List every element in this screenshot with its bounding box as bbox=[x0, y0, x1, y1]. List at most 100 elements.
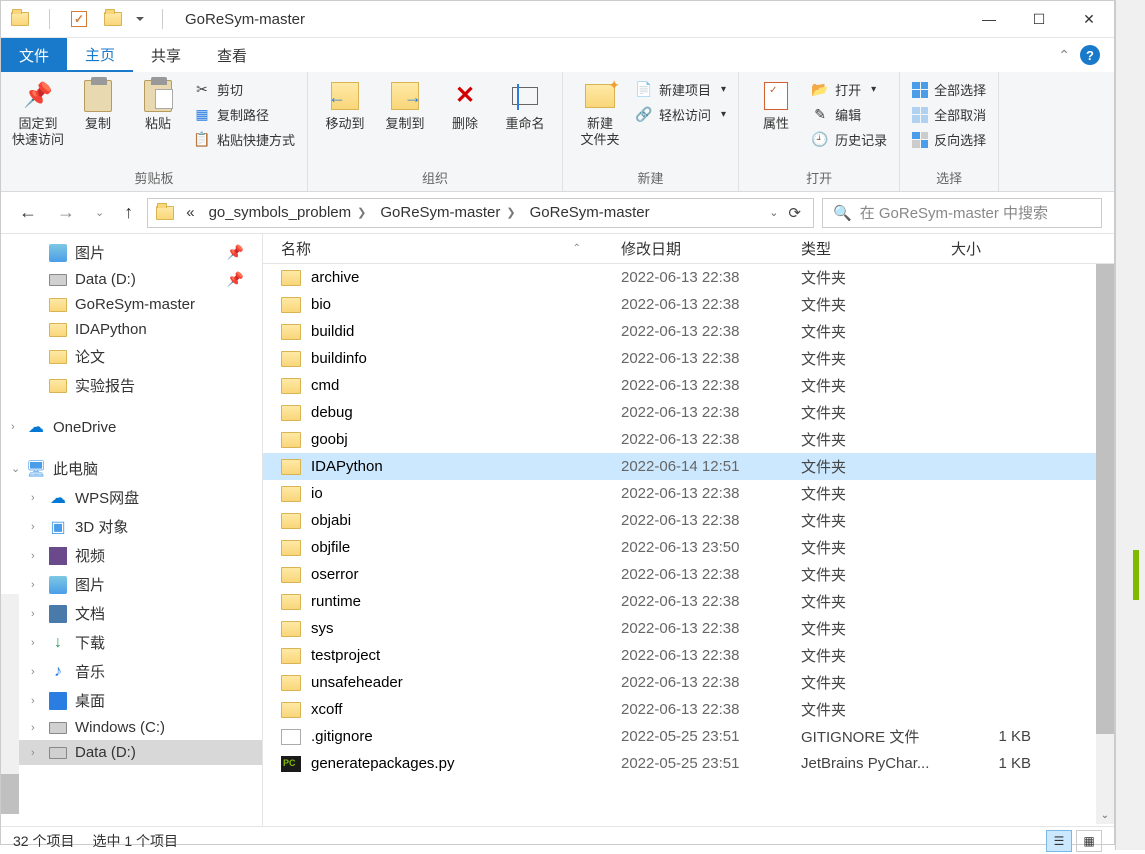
file-row[interactable]: objabi 2022-06-13 22:38 文件夹 bbox=[263, 507, 1114, 534]
collapse-ribbon-icon[interactable]: ⌃ bbox=[1058, 47, 1070, 64]
sidebar-pc-4[interactable]: ›文档 bbox=[1, 599, 262, 628]
breadcrumb-2[interactable]: GoReSym-master bbox=[524, 204, 656, 221]
newitem-button[interactable]: 📄新建项目▾ bbox=[631, 78, 730, 101]
caret-down-icon[interactable] bbox=[136, 17, 144, 21]
help-icon[interactable]: ? bbox=[1080, 45, 1100, 65]
refresh-icon[interactable]: ⟳ bbox=[788, 204, 801, 222]
open-button[interactable]: 📂打开▾ bbox=[807, 78, 891, 101]
copyto-button[interactable]: 复制到 bbox=[376, 76, 434, 136]
address-dropdown-icon[interactable]: ⌄ bbox=[769, 206, 778, 219]
delete-button[interactable]: ✕删除 bbox=[436, 76, 494, 136]
selectall-button[interactable]: 全部选择 bbox=[908, 78, 990, 101]
minimize-button[interactable]: — bbox=[964, 1, 1014, 37]
sidebar-thispc[interactable]: ⌄🖥此电脑 bbox=[1, 454, 262, 483]
maximize-button[interactable]: ☐ bbox=[1014, 1, 1064, 37]
drive-icon bbox=[49, 722, 67, 734]
sidebar-pc-6[interactable]: ›♪音乐 bbox=[1, 657, 262, 686]
file-row[interactable]: unsafeheader 2022-06-13 22:38 文件夹 bbox=[263, 669, 1114, 696]
file-row[interactable]: IDAPython 2022-06-14 12:51 文件夹 bbox=[263, 453, 1114, 480]
moveto-button[interactable]: 移动到 bbox=[316, 76, 374, 136]
sidebar-quick-0[interactable]: 图片📌 bbox=[1, 238, 262, 267]
tab-home[interactable]: 主页 bbox=[67, 38, 133, 72]
paste-button[interactable]: 粘贴 bbox=[129, 76, 187, 136]
pin-icon: 📌 bbox=[227, 244, 244, 261]
breadcrumb-0[interactable]: go_symbols_problem❯ bbox=[203, 204, 373, 221]
tab-view[interactable]: 查看 bbox=[199, 38, 265, 72]
breadcrumb-prefix[interactable]: « bbox=[180, 204, 200, 221]
breadcrumb-1[interactable]: GoReSym-master❯ bbox=[374, 204, 521, 221]
history-button[interactable]: 🕘历史记录 bbox=[807, 128, 891, 151]
file-row[interactable]: runtime 2022-06-13 22:38 文件夹 bbox=[263, 588, 1114, 615]
file-row[interactable]: io 2022-06-13 22:38 文件夹 bbox=[263, 480, 1114, 507]
pasteshortcut-button[interactable]: 📋粘贴快捷方式 bbox=[189, 128, 299, 151]
file-row[interactable]: oserror 2022-06-13 22:38 文件夹 bbox=[263, 561, 1114, 588]
file-row[interactable]: bio 2022-06-13 22:38 文件夹 bbox=[263, 291, 1114, 318]
easyaccess-button[interactable]: 🔗轻松访问▾ bbox=[631, 103, 730, 126]
invertselect-button[interactable]: 反向选择 bbox=[908, 128, 990, 151]
sidebar-scrollbar[interactable] bbox=[1, 594, 19, 814]
col-type-header[interactable]: 类型 bbox=[801, 238, 951, 259]
sidebar-pc-5[interactable]: ›↓下载 bbox=[1, 628, 262, 657]
col-name-header[interactable]: 名称⌃ bbox=[281, 238, 621, 259]
properties-button[interactable]: 属性 bbox=[747, 76, 805, 136]
search-input[interactable]: 🔍 在 GoReSym-master 中搜索 bbox=[822, 198, 1102, 228]
folder-icon bbox=[281, 459, 301, 475]
sidebar-pc-3[interactable]: ›图片 bbox=[1, 570, 262, 599]
col-size-header[interactable]: 大小 bbox=[951, 238, 1051, 259]
sidebar-quick-3[interactable]: IDAPython bbox=[1, 317, 262, 342]
folder-icon bbox=[281, 702, 301, 718]
recent-dropdown[interactable]: ⌄ bbox=[89, 202, 110, 223]
selectnone-button[interactable]: 全部取消 bbox=[908, 103, 990, 126]
file-row[interactable]: xcoff 2022-06-13 22:38 文件夹 bbox=[263, 696, 1114, 723]
sidebar-quick-4[interactable]: 论文 bbox=[1, 342, 262, 371]
sidebar-quick-2[interactable]: GoReSym-master bbox=[1, 292, 262, 317]
edit-button[interactable]: ✎编辑 bbox=[807, 103, 891, 126]
sidebar-pc-9[interactable]: ›Data (D:) bbox=[1, 740, 262, 765]
onedrive-icon: ☁ bbox=[27, 418, 45, 436]
ribbon-body: 📌 固定到 快速访问 复制 粘贴 ✂剪切 ▦复制路径 📋粘贴快捷方式 剪贴板 bbox=[1, 72, 1114, 192]
file-row[interactable]: buildid 2022-06-13 22:38 文件夹 bbox=[263, 318, 1114, 345]
pic-icon bbox=[49, 576, 67, 594]
file-row[interactable]: cmd 2022-06-13 22:38 文件夹 bbox=[263, 372, 1114, 399]
address-bar[interactable]: « go_symbols_problem❯ GoReSym-master❯ Go… bbox=[147, 198, 814, 228]
pic-icon bbox=[49, 244, 67, 262]
up-button[interactable]: ↑ bbox=[118, 198, 139, 227]
file-row[interactable]: goobj 2022-06-13 22:38 文件夹 bbox=[263, 426, 1114, 453]
sidebar-pc-2[interactable]: ›视频 bbox=[1, 541, 262, 570]
thumbnails-view-button[interactable]: ▦ bbox=[1076, 830, 1102, 852]
sidebar-onedrive[interactable]: ›☁OneDrive bbox=[1, 414, 262, 440]
sidebar-pc-1[interactable]: ›▣3D 对象 bbox=[1, 512, 262, 541]
file-row[interactable]: testproject 2022-06-13 22:38 文件夹 bbox=[263, 642, 1114, 669]
tab-file[interactable]: 文件 bbox=[1, 38, 67, 72]
cut-button[interactable]: ✂剪切 bbox=[189, 78, 299, 101]
sidebar-pc-0[interactable]: ›☁WPS网盘 bbox=[1, 483, 262, 512]
git-icon bbox=[281, 729, 301, 745]
back-button[interactable]: ← bbox=[13, 198, 43, 227]
pin-quickaccess-button[interactable]: 📌 固定到 快速访问 bbox=[9, 76, 67, 151]
properties-qat-icon[interactable]: ✓ bbox=[68, 8, 90, 30]
sidebar-pc-7[interactable]: ›桌面 bbox=[1, 686, 262, 715]
file-row[interactable]: sys 2022-06-13 22:38 文件夹 bbox=[263, 615, 1114, 642]
qat-dropdown-icon[interactable] bbox=[102, 8, 124, 30]
rename-button[interactable]: 重命名 bbox=[496, 76, 554, 136]
file-row[interactable]: archive 2022-06-13 22:38 文件夹 bbox=[263, 264, 1114, 291]
file-row[interactable]: buildinfo 2022-06-13 22:38 文件夹 bbox=[263, 345, 1114, 372]
file-row[interactable]: generatepackages.py 2022-05-25 23:51 Jet… bbox=[263, 750, 1114, 777]
tab-share[interactable]: 共享 bbox=[133, 38, 199, 72]
close-button[interactable]: ✕ bbox=[1064, 1, 1114, 37]
copypath-button[interactable]: ▦复制路径 bbox=[189, 103, 299, 126]
file-row[interactable]: debug 2022-06-13 22:38 文件夹 bbox=[263, 399, 1114, 426]
item-count: 32 个项目 bbox=[13, 831, 74, 851]
file-scrollbar[interactable]: ⌄ bbox=[1096, 264, 1114, 824]
copy-button[interactable]: 复制 bbox=[69, 76, 127, 136]
file-row[interactable]: .gitignore 2022-05-25 23:51 GITIGNORE 文件… bbox=[263, 723, 1114, 750]
newfolder-button[interactable]: 新建 文件夹 bbox=[571, 76, 629, 151]
folder-icon[interactable] bbox=[9, 8, 31, 30]
sidebar-quick-5[interactable]: 实验报告 bbox=[1, 371, 262, 400]
sidebar-quick-1[interactable]: Data (D:)📌 bbox=[1, 267, 262, 292]
sidebar-pc-8[interactable]: ›Windows (C:) bbox=[1, 715, 262, 740]
forward-button[interactable]: → bbox=[51, 198, 81, 227]
details-view-button[interactable]: ☰ bbox=[1046, 830, 1072, 852]
file-row[interactable]: objfile 2022-06-13 23:50 文件夹 bbox=[263, 534, 1114, 561]
col-date-header[interactable]: 修改日期 bbox=[621, 238, 801, 259]
